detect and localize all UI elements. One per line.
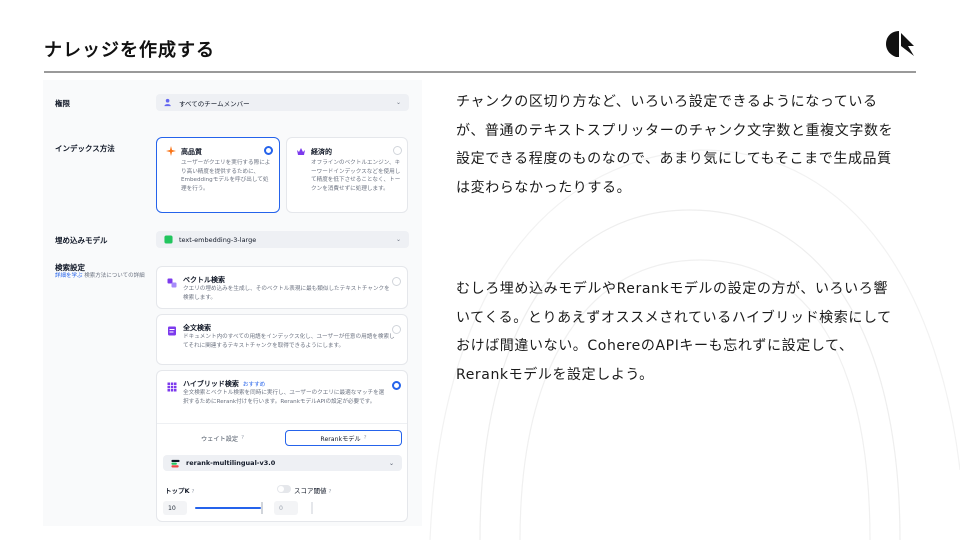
knowledge-settings-screenshot: 権限 すべてのチームメンバー ⌄ インデックス方法 高品質 ユーザーがクエリを実… bbox=[43, 80, 422, 526]
embedding-model-label: 埋め込みモデル bbox=[55, 236, 108, 245]
model-icon bbox=[164, 235, 173, 244]
score-threshold-toggle[interactable] bbox=[277, 485, 291, 493]
rerank-model-select[interactable]: rerank-multilingual-v3.0 ⌄ bbox=[163, 455, 402, 471]
index-method-label: インデックス方法 bbox=[55, 144, 115, 153]
index-option-title: 高品質 bbox=[181, 148, 202, 156]
retrieval-option-radio[interactable] bbox=[392, 325, 401, 334]
top-k-slider[interactable] bbox=[195, 507, 263, 509]
index-option-description: オフラインのベクトルエンジン、キーワードインデックスなどを使用して精度を低下させ… bbox=[311, 160, 401, 192]
top-k-label: トップK? bbox=[165, 485, 194, 495]
index-option-economy[interactable]: 経済的 オフラインのベクトルエンジン、キーワードインデックスなどを使用して精度を… bbox=[286, 137, 408, 213]
recommended-badge: おすすめ bbox=[242, 382, 266, 388]
index-option-radio[interactable] bbox=[393, 146, 402, 155]
retrieval-option-title: ベクトル検索 bbox=[183, 276, 225, 284]
retrieval-option-title: 全文検索 bbox=[183, 324, 211, 332]
score-threshold-label: スコア閾値? bbox=[294, 485, 331, 495]
retrieval-option-fulltext[interactable]: 全文検索 ドキュメント内のすべての用語をインデックス化し、ユーザーが任意の用語を… bbox=[156, 314, 408, 365]
retrieval-option-title-text: ハイブリッド検索 bbox=[183, 380, 239, 388]
fulltext-search-icon bbox=[168, 326, 176, 336]
score-threshold-slider-handle[interactable] bbox=[311, 502, 313, 514]
paragraph-models: むしろ埋め込みモデルやRerankモデルの設定の方が、いろいろ響いてくる。とりあ… bbox=[456, 281, 892, 383]
chevron-down-icon: ⌄ bbox=[395, 236, 401, 243]
hybrid-search-icon bbox=[167, 382, 177, 392]
tab-label: Rerankモデル bbox=[320, 435, 361, 443]
top-k-slider-fill bbox=[195, 507, 261, 509]
tab-rerank-model[interactable]: Rerankモデル? bbox=[285, 430, 402, 446]
index-option-title: 経済的 bbox=[311, 148, 332, 156]
permission-label: 権限 bbox=[55, 99, 70, 108]
retrieval-option-title: ハイブリッド検索 おすすめ bbox=[183, 379, 265, 389]
hybrid-divider bbox=[157, 423, 407, 424]
slide-title: ナレッジを作成する bbox=[44, 40, 215, 61]
score-threshold-input[interactable]: 0 bbox=[274, 501, 298, 515]
embedding-model-value: text-embedding-3-large bbox=[179, 235, 257, 244]
tab-label: ウェイト設定 bbox=[200, 435, 239, 443]
rerank-model-icon bbox=[171, 459, 180, 467]
retrieval-option-radio[interactable] bbox=[392, 277, 401, 286]
vector-search-icon bbox=[167, 278, 177, 288]
retrieval-option-radio[interactable] bbox=[392, 381, 401, 390]
permission-select[interactable]: すべてのチームメンバー ⌄ bbox=[156, 94, 409, 111]
help-icon: ? bbox=[241, 435, 245, 441]
help-icon: ? bbox=[191, 489, 195, 495]
score-threshold-label-text: スコア閾値 bbox=[294, 487, 327, 495]
title-divider bbox=[44, 71, 916, 73]
retrieval-option-vector[interactable]: ベクトル検索 クエリの埋め込みを生成し、そのベクトル表現に最も類似したテキストチ… bbox=[156, 266, 408, 309]
user-group-icon bbox=[164, 98, 171, 107]
permission-value: すべてのチームメンバー bbox=[179, 99, 250, 108]
help-icon: ? bbox=[328, 489, 332, 495]
top-k-slider-handle[interactable] bbox=[260, 502, 263, 514]
chevron-down-icon: ⌄ bbox=[388, 459, 394, 467]
retrieval-option-description: 全文検索とベクトル検索を同時に実行し、ユーザーのクエリに最適なマッチを選択するた… bbox=[183, 390, 385, 405]
top-k-label-text: トップK bbox=[165, 487, 190, 495]
help-icon: ? bbox=[363, 435, 367, 441]
embedding-model-select[interactable]: text-embedding-3-large ⌄ bbox=[156, 231, 409, 248]
logo-icon bbox=[886, 31, 914, 57]
sparkle-icon bbox=[166, 146, 176, 156]
index-option-high-quality[interactable]: 高品質 ユーザーがクエリを実行する際により高い精度を提供するために、Embedd… bbox=[156, 137, 280, 213]
index-option-description: ユーザーがクエリを実行する際により高い精度を提供するために、Embeddingモ… bbox=[181, 160, 271, 192]
learn-more-link[interactable]: 詳細を学ぶ bbox=[55, 273, 83, 279]
chevron-down-icon: ⌄ bbox=[395, 99, 401, 106]
retrieval-option-description: クエリの埋め込みを生成し、そのベクトル表現に最も類似したテキストチャンクを検索し… bbox=[183, 286, 390, 301]
retrieval-option-hybrid[interactable]: ハイブリッド検索 おすすめ 全文検索とベクトル検索を同時に実行し、ユーザーのクエリ… bbox=[156, 370, 408, 522]
tab-weight-settings[interactable]: ウェイト設定? bbox=[166, 430, 279, 446]
rerank-model-value: rerank-multilingual-v3.0 bbox=[186, 459, 276, 467]
index-option-radio[interactable] bbox=[264, 146, 273, 155]
top-k-input[interactable]: 10 bbox=[163, 501, 187, 515]
retrieval-help-text: 詳細を学ぶ 検索方法についての詳細 bbox=[55, 272, 145, 280]
piggy-bank-icon bbox=[297, 148, 305, 155]
retrieval-option-description: ドキュメント内のすべての用語をインデックス化し、ユーザーが任意の用語を検索してそ… bbox=[183, 334, 395, 349]
paragraph-chunking: チャンクの区切り方など、いろいろ設定できるようになっているが、普通のテキストスプ… bbox=[456, 94, 894, 196]
learn-more-suffix: 検索方法についての詳細 bbox=[82, 273, 145, 279]
